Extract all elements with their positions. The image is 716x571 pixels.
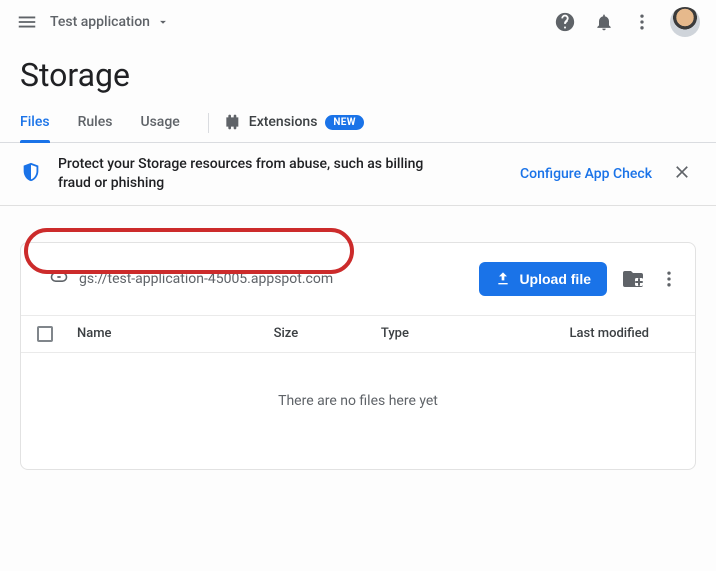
extensions-icon [225, 114, 241, 130]
new-badge: NEW [325, 115, 363, 130]
tabs-row: Files Rules Usage Extensions NEW [0, 104, 716, 143]
help-icon[interactable] [554, 11, 576, 33]
tab-rules[interactable]: Rules [78, 104, 113, 142]
tab-extensions[interactable]: Extensions NEW [225, 104, 364, 142]
configure-app-check-link[interactable]: Configure App Check [520, 166, 652, 182]
chevron-down-icon [156, 15, 170, 29]
banner-text: Protect your Storage resources from abus… [58, 155, 438, 193]
files-card: gs://test-application-45005.appspot.com … [20, 242, 696, 470]
bucket-path[interactable]: gs://test-application-45005.appspot.com [39, 261, 343, 297]
tab-usage[interactable]: Usage [140, 104, 179, 142]
divider [208, 113, 209, 133]
table-header: Name Size Type Last modified [21, 315, 695, 353]
more-vert-icon[interactable] [632, 12, 652, 32]
col-type[interactable]: Type [381, 326, 488, 341]
empty-state: There are no files here yet [21, 353, 695, 469]
select-all-checkbox[interactable] [37, 326, 77, 342]
tab-extensions-label: Extensions [249, 114, 318, 130]
upload-icon [495, 271, 511, 287]
notifications-icon[interactable] [594, 12, 614, 32]
tab-files[interactable]: Files [20, 104, 50, 142]
app-check-banner: Protect your Storage resources from abus… [0, 143, 716, 206]
shield-icon [20, 161, 42, 187]
project-name: Test application [50, 14, 150, 30]
project-selector[interactable]: Test application [50, 14, 170, 30]
bucket-path-text: gs://test-application-45005.appspot.com [79, 271, 333, 287]
col-modified[interactable]: Last modified [488, 326, 679, 341]
col-name[interactable]: Name [77, 326, 274, 341]
card-toolbar: gs://test-application-45005.appspot.com … [21, 243, 695, 315]
close-icon[interactable] [668, 158, 696, 190]
upload-file-button[interactable]: Upload file [479, 262, 607, 296]
avatar[interactable] [670, 7, 700, 37]
link-icon [49, 267, 69, 291]
toolbar-more-icon[interactable] [659, 269, 679, 289]
upload-file-label: Upload file [519, 271, 591, 287]
new-folder-button[interactable] [621, 267, 645, 291]
page-title: Storage [0, 44, 716, 104]
col-size[interactable]: Size [274, 326, 381, 341]
menu-icon[interactable] [16, 11, 38, 33]
